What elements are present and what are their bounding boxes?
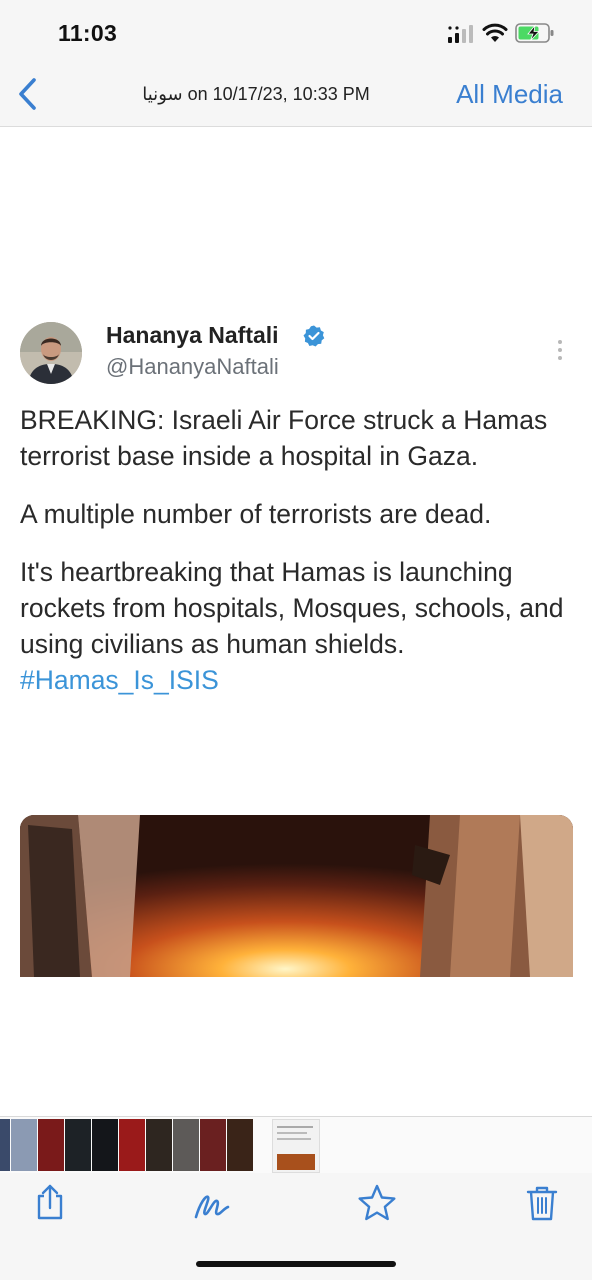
tweet-paragraph: A multiple number of terrorists are dead… [20, 499, 492, 529]
media-thumbnail[interactable] [0, 1119, 10, 1171]
verified-badge-icon [303, 325, 325, 347]
media-thumbnail-selected[interactable] [272, 1119, 320, 1173]
clock: 11:03 [58, 20, 118, 46]
media-thumbnail[interactable] [38, 1119, 64, 1171]
display-name: Hananya Naftali [106, 322, 279, 348]
media-thumbnail[interactable] [65, 1119, 91, 1171]
media-thumbnail[interactable] [173, 1119, 199, 1171]
status-bar: 11:03 [0, 0, 592, 62]
wifi-icon [482, 23, 508, 42]
all-media-button[interactable]: All Media [456, 79, 563, 110]
handle: @HananyaNaftali [106, 354, 279, 379]
home-indicator[interactable] [196, 1261, 396, 1267]
media-thumbnail[interactable] [119, 1119, 145, 1171]
avatar [20, 322, 82, 384]
hashtag-link: #Hamas_Is_ISIS [20, 665, 219, 695]
media-thumbnail[interactable] [200, 1119, 226, 1171]
media-thumbnail[interactable] [92, 1119, 118, 1171]
markup-icon[interactable] [192, 1183, 232, 1223]
media-title: سونيا on 10/17/23, 10:33 PM [142, 84, 370, 104]
chevron-left-icon[interactable] [14, 76, 44, 112]
trash-icon[interactable] [522, 1183, 562, 1223]
signal-icon [448, 25, 473, 43]
more-vertical-icon [558, 340, 562, 360]
tweet-text: BREAKING: Israeli Air Force struck a Ham… [20, 402, 580, 720]
star-icon[interactable] [357, 1183, 397, 1223]
media-thumbnail[interactable] [146, 1119, 172, 1171]
battery-charging-icon [515, 23, 554, 43]
thumbnail-strip[interactable] [0, 1116, 592, 1173]
bottom-toolbar [0, 1173, 592, 1280]
share-icon[interactable] [30, 1183, 70, 1223]
tweet-paragraph-text: It's heartbreaking that Hamas is launchi… [20, 557, 564, 659]
navigation-bar: سونيا on 10/17/23, 10:33 PM All Media [0, 62, 592, 127]
media-thumbnail[interactable] [227, 1119, 253, 1171]
tweet-paragraph: BREAKING: Israeli Air Force struck a Ham… [20, 405, 548, 471]
tweet-image [20, 815, 573, 977]
tweet-paragraph: It's heartbreaking that Hamas is launchi… [20, 554, 580, 698]
media-thumbnail[interactable] [11, 1119, 37, 1171]
